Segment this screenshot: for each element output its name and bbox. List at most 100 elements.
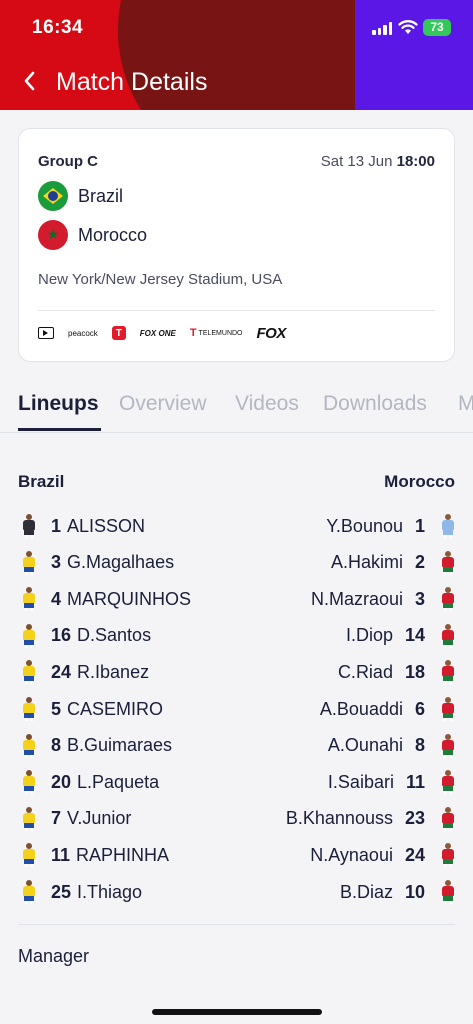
wifi-icon <box>398 20 418 34</box>
battery-level: 73 <box>430 20 444 34</box>
home-player-row[interactable]: 16 D.Santos <box>22 621 151 651</box>
player-kit-icon <box>22 843 36 868</box>
broadcaster-fox[interactable]: FOX <box>257 325 287 342</box>
player-name: I.Thiago <box>77 881 143 902</box>
player-name: MARQUINHOS <box>67 588 192 609</box>
player-number: 20 <box>51 771 72 792</box>
player-number: 23 <box>404 808 425 829</box>
app-header: 16:34 73 Match Details <box>0 0 473 110</box>
away-player-row[interactable]: 14 I.Diop <box>346 621 455 651</box>
page-title: Match Details <box>56 68 208 96</box>
player-number: 10 <box>404 881 425 902</box>
player-kit-icon <box>441 733 455 758</box>
player-kit-icon <box>22 623 36 648</box>
player-name: L.Paqueta <box>77 771 160 792</box>
home-player-row[interactable]: 24 R.Ibanez <box>22 657 149 687</box>
match-date: Sat 13 Jun 18:00 <box>321 153 435 170</box>
away-player-row[interactable]: 18 C.Riad <box>338 657 455 687</box>
broadcasters: peacock T FOX ONE T TELEMUNDO FOX <box>38 321 286 345</box>
player-kit-icon <box>22 733 36 758</box>
player-name: I.Diop <box>345 625 393 646</box>
home-player-row[interactable]: 1 ALISSON <box>22 511 145 541</box>
player-kit-icon <box>441 623 455 648</box>
tab-overview[interactable]: Overview <box>119 392 207 416</box>
away-player-row[interactable]: 2 A.Hakimi <box>331 548 455 578</box>
active-tab-indicator <box>18 428 101 431</box>
manager-divider <box>18 924 455 925</box>
home-player-row[interactable]: 3 G.Magalhaes <box>22 548 174 578</box>
away-player-row[interactable]: 23 B.Khannouss <box>286 804 455 834</box>
home-player-row[interactable]: 25 I.Thiago <box>22 877 142 907</box>
player-number: 2 <box>414 552 425 573</box>
match-group: Group C <box>38 153 98 170</box>
player-number: 24 <box>404 844 425 865</box>
player-number: 3 <box>414 588 425 609</box>
player-kit-icon <box>22 880 36 904</box>
home-player-row[interactable]: 7 V.Junior <box>22 804 131 834</box>
battery-icon: 73 <box>423 19 451 36</box>
away-player-row[interactable]: 24 N.Aynaoui <box>310 840 455 870</box>
away-player-row[interactable]: 6 A.Bouaddi <box>320 694 455 724</box>
home-player-row[interactable]: 5 CASEMIRO <box>22 694 163 724</box>
player-number: 18 <box>404 661 425 682</box>
player-name: R.Ibanez <box>77 661 150 682</box>
player-number: 7 <box>51 808 62 829</box>
match-venue: New York/New Jersey Stadium, USA <box>38 271 283 288</box>
broadcaster-fox-one[interactable]: FOX ONE <box>140 329 176 338</box>
player-name: N.Mazraoui <box>310 588 403 609</box>
player-kit-icon <box>22 697 36 721</box>
player-kit-icon <box>22 806 36 831</box>
home-lineup-title: Brazil <box>18 472 65 491</box>
tabs-divider <box>0 432 473 433</box>
player-name: A.Bouaddi <box>319 698 403 719</box>
player-number: 8 <box>414 735 425 756</box>
player-number: 11 <box>51 844 71 865</box>
broadcaster-t[interactable]: T <box>111 326 126 340</box>
player-name: A.Hakimi <box>330 552 403 573</box>
player-kit-icon <box>22 514 36 538</box>
player-number: 6 <box>414 698 425 719</box>
player-number: 1 <box>51 515 62 536</box>
match-card[interactable]: Group C Sat 13 Jun 18:00 Brazil Morocco … <box>18 128 455 362</box>
home-player-row[interactable]: 20 L.Paqueta <box>22 767 159 797</box>
home-player-row[interactable]: 4 MARQUINHOS <box>22 584 191 614</box>
player-name: I.Saibari <box>327 771 394 792</box>
player-number: 4 <box>51 588 62 609</box>
away-player-row[interactable]: 10 B.Diaz <box>340 877 455 907</box>
player-number: 14 <box>404 625 425 646</box>
player-kit-icon <box>441 660 455 685</box>
away-player-row[interactable]: 8 A.Ounahi <box>328 731 455 761</box>
player-number: 5 <box>51 698 62 719</box>
tv-icon <box>38 327 54 339</box>
player-name: B.Khannouss <box>285 808 393 829</box>
away-team-name: Morocco <box>78 224 148 245</box>
broadcaster-peacock[interactable]: peacock <box>68 329 98 338</box>
away-team[interactable]: Morocco <box>38 220 147 250</box>
tab-more[interactable]: M <box>458 392 473 416</box>
home-team[interactable]: Brazil <box>38 181 123 211</box>
tab-downloads[interactable]: Downloads <box>323 392 427 416</box>
back-chevron-icon[interactable] <box>22 70 42 94</box>
status-bar: 16:34 73 <box>0 0 473 56</box>
home-player-row[interactable]: 8 B.Guimaraes <box>22 731 172 761</box>
player-kit-icon <box>22 550 36 575</box>
away-player-row[interactable]: 1 Y.Bounou <box>326 511 455 541</box>
player-kit-icon <box>22 660 36 685</box>
home-player-row[interactable]: 11 RAPHINHA <box>22 840 169 870</box>
broadcaster-telemundo[interactable]: T TELEMUNDO <box>190 327 243 339</box>
player-kit-icon <box>441 843 455 868</box>
player-name: ALISSON <box>67 515 146 536</box>
match-date-day: Sat 13 Jun <box>320 153 393 170</box>
tab-lineups[interactable]: Lineups <box>18 392 99 416</box>
player-number: 16 <box>51 625 72 646</box>
tab-videos[interactable]: Videos <box>235 392 299 416</box>
player-name: D.Santos <box>77 625 152 646</box>
player-number: 11 <box>405 771 425 792</box>
player-kit-icon <box>441 806 455 831</box>
player-kit-icon <box>22 770 36 795</box>
player-kit-icon <box>441 880 455 904</box>
away-player-row[interactable]: 3 N.Mazraoui <box>311 584 455 614</box>
brazil-flag-icon <box>38 181 68 211</box>
away-player-row[interactable]: 11 I.Saibari <box>328 767 455 797</box>
away-lineup-title: Morocco <box>384 472 455 491</box>
